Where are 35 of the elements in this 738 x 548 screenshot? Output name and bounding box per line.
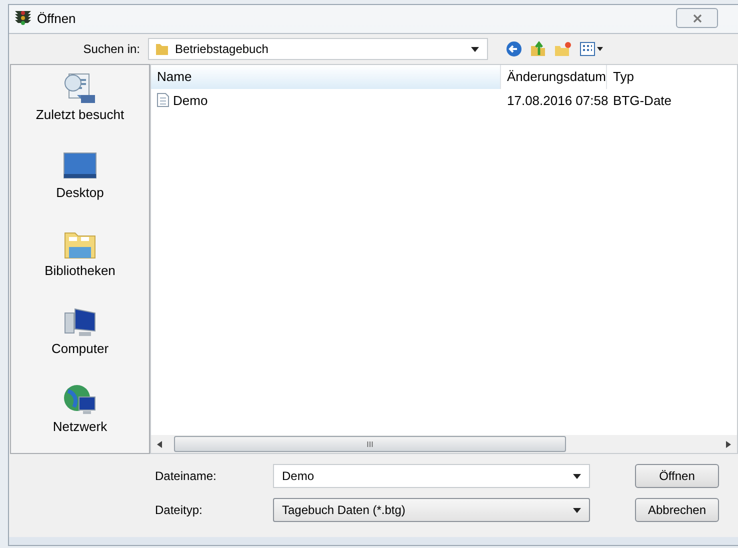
sidebar-item[interactable]: Zuletzt besucht	[36, 107, 124, 122]
filename-field[interactable]: Demo	[273, 464, 590, 488]
sidebar-item[interactable]: Computer	[51, 341, 109, 356]
dropdown-caret-icon[interactable]	[573, 474, 581, 478]
file-cell[interactable]: Demo	[173, 92, 208, 108]
scroll-thumb[interactable]: III	[174, 436, 566, 452]
new-folder-icon[interactable]	[554, 41, 572, 57]
filename-label: Dateiname:	[155, 469, 218, 483]
sidebar-item[interactable]: Desktop	[56, 185, 104, 200]
scroll-left-icon[interactable]	[157, 440, 162, 448]
horizontal-scrollbar[interactable]: III	[151, 435, 737, 453]
folder-icon	[155, 42, 169, 56]
file-cell: BTG-Date	[613, 92, 672, 108]
file-cell: 17.08.2016 07:58	[507, 92, 608, 108]
recent-places-icon	[63, 71, 97, 105]
sidebar-item[interactable]: Netzwerk	[52, 419, 108, 434]
close-icon	[692, 14, 702, 22]
up-folder-icon[interactable]	[530, 41, 546, 57]
dropdown-caret-icon[interactable]	[471, 46, 479, 52]
scroll-right-icon[interactable]	[726, 440, 731, 448]
filetype-label: Dateityp:	[155, 503, 204, 517]
traffic-light-icon	[15, 9, 31, 27]
dropdown-caret-icon[interactable]	[573, 508, 581, 512]
window-title: Öffnen	[37, 10, 76, 26]
view-menu-icon[interactable]	[580, 41, 604, 57]
sidebar-item[interactable]: Bibliotheken	[44, 263, 116, 278]
look-in-label: Suchen in:	[82, 42, 140, 56]
filetype-dropdown[interactable]: Tagebuch Daten (*.btg)	[273, 498, 590, 522]
cancel-button[interactable]: Abbrechen	[635, 498, 719, 522]
network-icon	[63, 383, 97, 417]
document-icon	[157, 93, 169, 107]
close-button[interactable]	[676, 8, 718, 28]
look-in-dropdown[interactable]: Betriebstagebuch	[148, 38, 488, 60]
open-button[interactable]: Öffnen	[635, 464, 719, 488]
column-header[interactable]: Name	[151, 65, 501, 89]
